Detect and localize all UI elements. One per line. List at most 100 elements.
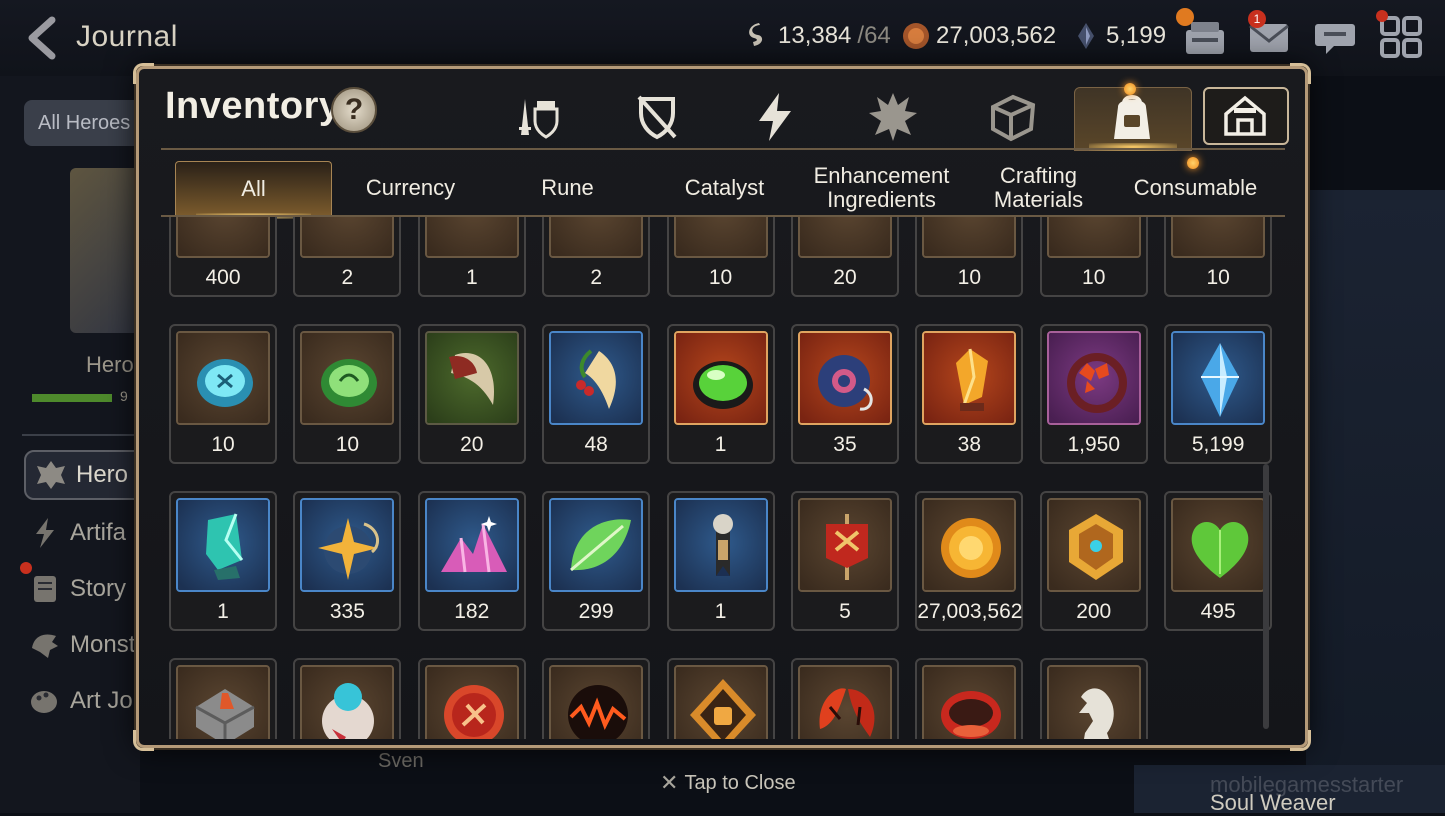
item-quantity: 35 <box>833 433 857 456</box>
item-quantity: 5,199 <box>1191 433 1245 456</box>
tab-crafting-materials[interactable]: Crafting Materials <box>960 161 1117 215</box>
inventory-item-slot[interactable]: 113 <box>790 658 899 739</box>
back-arrow-icon[interactable] <box>22 16 64 60</box>
inventory-item-slot-partial[interactable]: 2 <box>293 217 402 297</box>
item-quantity: 5 <box>839 600 851 623</box>
item-quantity: 10 <box>957 266 982 289</box>
inventory-item-slot[interactable]: 5 <box>790 491 899 631</box>
item-quantity: 1 <box>217 600 229 623</box>
inventory-item-slot-partial[interactable]: 2 <box>542 217 651 297</box>
inventory-item-slot[interactable]: 495 <box>1164 491 1273 631</box>
inventory-item-slot-partial[interactable]: 10 <box>1039 217 1148 297</box>
frame-corner <box>133 63 154 84</box>
inventory-item-slot[interactable]: 200 <box>1039 491 1148 631</box>
inventory-item-slot[interactable]: 1,950 <box>1039 324 1148 464</box>
inventory-item-slot[interactable]: 5,199 <box>1164 324 1273 464</box>
inventory-item-slot-partial[interactable]: 1 <box>417 217 526 297</box>
inventory-item-slot[interactable]: 335 <box>293 491 402 631</box>
tab-enhancement-ingredients[interactable]: Enhancement Ingredients <box>803 161 960 215</box>
item-icon <box>300 217 395 258</box>
inventory-grid-viewport[interactable]: 400 2 1 2 10 20 10 10 10 10 10 20 48 1 35 38 1,950 5,199 1… <box>161 217 1273 739</box>
inventory-item-slot-partial[interactable]: 400 <box>169 217 277 297</box>
lava-orb-icon <box>549 665 644 739</box>
inventory-item-slot[interactable]: 1 <box>666 491 775 631</box>
menu-item-art-journal[interactable]: Art Jo <box>28 684 133 718</box>
item-quantity: 20 <box>833 266 857 289</box>
gold-counter[interactable]: 27,003,562 <box>902 22 1056 50</box>
claw-catalyst-icon <box>424 331 519 425</box>
item-quantity: 200 <box>1076 600 1112 623</box>
mail-badge: 1 <box>1248 10 1266 28</box>
chat-icon[interactable] <box>1312 14 1358 60</box>
inventory-scrollbar[interactable] <box>1263 464 1269 729</box>
monster-category-icon[interactable] <box>865 89 921 145</box>
inventory-item-slot-partial[interactable]: 10 <box>915 217 1024 297</box>
green-orb-icon <box>673 331 768 425</box>
inventory-item-slot[interactable]: 1 <box>666 324 775 464</box>
inventory-item-slot[interactable]: 13,384 <box>1039 658 1148 739</box>
inventory-item-slot[interactable]: 48 <box>542 324 651 464</box>
tab-currency[interactable]: Currency <box>332 161 489 215</box>
skill-bolt-icon[interactable] <box>747 89 803 145</box>
inventory-item-slot-partial[interactable]: 10 <box>666 217 775 297</box>
item-quantity: 2 <box>590 266 603 289</box>
inventory-item-slot-partial[interactable]: 10 <box>1164 217 1273 297</box>
hero-progress-value: 9 <box>120 388 128 404</box>
item-quantity: 495 <box>1200 600 1236 623</box>
inventory-item-slot[interactable]: 100 <box>915 658 1024 739</box>
inventory-item-slot[interactable]: 10 <box>169 658 277 739</box>
inventory-tabs: All Currency Rune Catalyst Enhancement In… <box>175 161 1293 219</box>
story-icon <box>34 576 56 602</box>
menu-item-monster[interactable]: Monst <box>28 628 135 662</box>
green-rune-icon <box>300 331 395 425</box>
skystone-counter[interactable]: 5,199 <box>1072 22 1166 50</box>
tap-to-close-button[interactable]: ✕ Tap to Close <box>660 770 796 796</box>
inventory-item-slot[interactable]: 27,003,562 <box>915 491 1024 631</box>
inventory-item-slot[interactable]: 3 <box>417 658 526 739</box>
item-quantity: 10 <box>211 433 235 456</box>
item-quantity: 27,003,562 <box>917 600 1023 623</box>
item-quantity: 182 <box>454 600 490 623</box>
inventory-item-slot[interactable]: 20 <box>417 324 526 464</box>
bag-icon[interactable] <box>1104 89 1160 145</box>
pet-toy-icon <box>300 665 395 739</box>
soul-weaver-label: Soul Weaver <box>1210 790 1336 815</box>
close-icon: ✕ <box>660 770 679 795</box>
item-quantity: 20 <box>460 433 484 456</box>
inventory-item-slot[interactable]: 1,000 <box>666 658 775 739</box>
green-leaf-icon <box>549 498 644 592</box>
gold-coin-icon <box>922 498 1017 592</box>
tab-consumable[interactable]: Consumable <box>1117 161 1274 215</box>
item-quantity: 1 <box>465 266 478 289</box>
frame-corner <box>1290 63 1311 84</box>
inventory-item-slot[interactable]: 299 <box>542 491 651 631</box>
help-button[interactable]: ? <box>331 87 377 133</box>
inventory-item-slot[interactable]: 35 <box>790 324 899 464</box>
gold-emblem-icon <box>1046 498 1141 592</box>
guild-house-icon[interactable] <box>1203 87 1289 145</box>
item-icon <box>922 217 1017 258</box>
equipment-icon[interactable] <box>511 89 567 145</box>
frame-corner <box>133 730 154 751</box>
tab-catalyst[interactable]: Catalyst <box>646 161 803 215</box>
crate-icon[interactable] <box>985 89 1041 145</box>
tab-rune[interactable]: Rune <box>489 161 646 215</box>
inventory-item-slot[interactable]: 10 <box>293 324 402 464</box>
stamina-counter[interactable]: 13,384/64 <box>744 22 891 50</box>
star-medal-icon <box>300 498 395 592</box>
inventory-item-slot[interactable]: 182 <box>417 491 526 631</box>
inventory-item-slot[interactable]: 6 <box>542 658 651 739</box>
inventory-item-slot[interactable]: 3 <box>293 658 402 739</box>
inventory-item-slot[interactable]: 1 <box>169 491 277 631</box>
menu-item-story[interactable]: Story <box>28 572 126 606</box>
inventory-item-slot[interactable]: 10 <box>169 324 277 464</box>
item-icon <box>673 217 768 258</box>
item-quantity: 10 <box>1082 266 1106 289</box>
inventory-item-slot-partial[interactable]: 20 <box>790 217 899 297</box>
tab-all[interactable]: All <box>175 161 332 219</box>
artifact-shield-icon[interactable] <box>629 89 685 145</box>
inventory-item-slot[interactable]: 38 <box>915 324 1024 464</box>
item-quantity: 1 <box>714 433 727 456</box>
banner-icon <box>797 498 892 592</box>
menu-item-artifact[interactable]: Artifa <box>28 516 126 550</box>
